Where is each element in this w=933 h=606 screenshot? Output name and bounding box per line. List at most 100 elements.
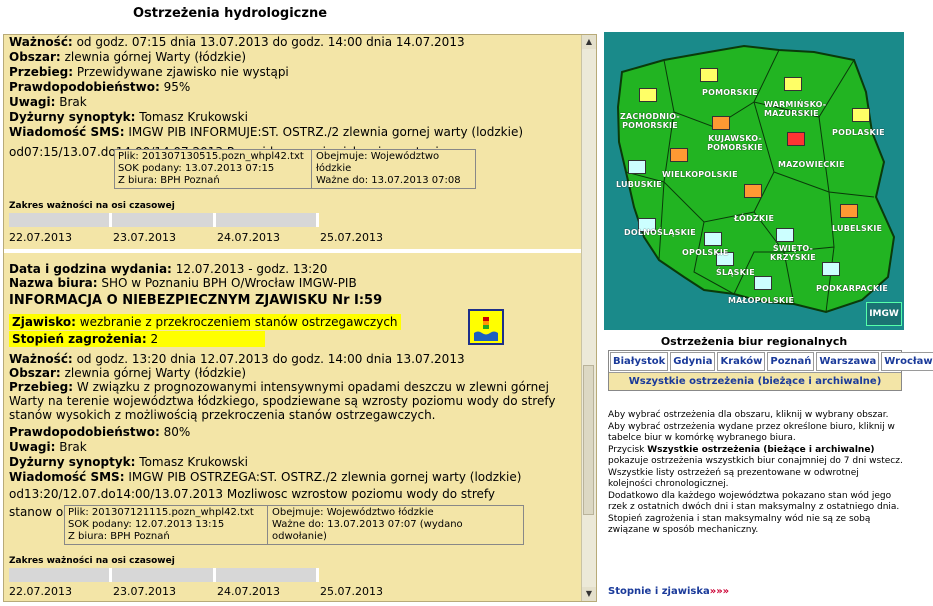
label: Prawdopodobieństwo: [9, 80, 160, 94]
timeline-tick [316, 568, 319, 582]
link-arrows-icon: »»» [709, 586, 730, 597]
office-bialystok-button[interactable]: Białystok [610, 352, 669, 371]
region-label[interactable]: OPOLSKIE [682, 248, 729, 257]
record2-prawdopodobienstwo: Prawdopodobieństwo: 80% [9, 425, 190, 440]
label: Uwagi: [9, 95, 56, 109]
lubuskie-water-icon[interactable] [628, 160, 646, 174]
record1-obszar: Obszar: zlewnia górnej Warty (łódzkie) [9, 50, 246, 65]
value: Przewidywane zjawisko nie wystąpi [76, 65, 289, 79]
office-poznan-button[interactable]: Poznań [767, 352, 815, 371]
record2-sms: Wiadomość SMS: IMGW PIB OSTRZEGA:ST. OST… [9, 470, 521, 485]
date: 23.07.2013 [113, 231, 176, 244]
region-label[interactable]: ŚLĄSKIE [716, 268, 755, 277]
label: Wiadomość SMS: [9, 125, 125, 139]
value: 80% [163, 425, 191, 439]
region-label[interactable]: PODLASKIE [832, 128, 885, 137]
record2-przebieg: Przebieg: W związku z prognozowanymi int… [9, 380, 579, 422]
podkarpackie-water-icon[interactable] [822, 262, 840, 276]
record2-timeline-label: Zakres ważności na osi czasowej [9, 556, 175, 566]
regional-offices-title: Ostrzeżenia biur regionalnych [660, 335, 848, 348]
warnings-scrollbar[interactable]: ▲ ▼ [581, 35, 596, 601]
coverage: Obejmuje: Województwo łódzkie [316, 151, 440, 174]
label: Prawdopodobieństwo: [9, 425, 160, 439]
value: od godz. 07:15 dnia 13.07.2013 do godz. … [76, 35, 465, 49]
region-label[interactable]: KUJAWSKO-POMORSKIE [702, 134, 768, 152]
lubelskie-water-icon[interactable] [840, 204, 858, 218]
office-krakow-button[interactable]: Kraków [717, 352, 766, 371]
link-text[interactable]: Stopnie i zjawiska [608, 586, 710, 597]
region-label[interactable]: POMORSKIE [702, 88, 758, 97]
scroll-up-arrow[interactable]: ▲ [582, 35, 596, 49]
sok-date: SOK podany: 12.07.2013 13:15 [68, 519, 225, 530]
region-label[interactable]: MAZOWIECKIE [778, 160, 845, 169]
region-label[interactable]: LUBELSKIE [832, 224, 882, 233]
poland-land[interactable] [616, 44, 896, 314]
opolskie-water-icon[interactable] [704, 232, 722, 246]
value: Tomasz Krukowski [139, 110, 248, 124]
date: 22.07.2013 [9, 231, 72, 244]
zachodnio-water-icon[interactable] [639, 88, 657, 102]
value: Brak [59, 440, 87, 454]
label: Stopień zagrożenia: [12, 332, 147, 346]
scroll-thumb[interactable] [583, 365, 594, 515]
record1-uwagi: Uwagi: Brak [9, 95, 87, 110]
record1-file-info: Plik: 201307130515.pozn_whpl42.txt SOK p… [114, 149, 476, 189]
region-label[interactable]: MAŁOPOLSKIE [728, 296, 794, 305]
record1-timeline-bar [9, 213, 319, 227]
swietokrzyskie-water-icon[interactable] [776, 228, 794, 242]
file-col: Plik: 201307121115.pozn_whpl42.txt SOK p… [65, 506, 257, 544]
warminsko-water-icon[interactable] [784, 77, 802, 91]
label: Dyżurny synoptyk: [9, 110, 136, 124]
region-label[interactable]: DOLNOŚLĄSKIE [624, 228, 696, 237]
value: W związku z prognozowanymi intensywnymi … [9, 380, 556, 422]
region-label[interactable]: PODKARPACKIE [816, 284, 888, 293]
timeline-tick [213, 213, 216, 227]
value: zlewnia górnej Warty (łódzkie) [64, 50, 247, 64]
date: 24.07.2013 [217, 231, 280, 244]
value: 12.07.2013 - godz. 13:20 [175, 262, 328, 276]
help-paragraph: Aby wybrać ostrzeżenia dla obszaru, klik… [608, 410, 889, 420]
help-paragraph: Aby wybrać ostrzeżenia wydane przez okre… [608, 421, 895, 444]
region-label[interactable]: ŚWIĘTO-KRZYSKIE [768, 244, 818, 262]
scroll-down-arrow[interactable]: ▼ [582, 587, 596, 601]
sok-date: SOK podany: 13.07.2013 07:15 [118, 163, 275, 174]
stopnie-i-zjawiska-link[interactable]: Stopnie i zjawiska»»» [608, 586, 729, 597]
region-label[interactable]: WIELKOPOLSKIE [662, 170, 738, 179]
record1-sms: Wiadomość SMS: IMGW PIB INFORMUJE:ST. OS… [9, 125, 523, 140]
office-wroclaw-button[interactable]: Wrocław [881, 352, 933, 371]
office: Z biura: BPH Poznań [118, 175, 220, 186]
mazowieckie-alert-icon[interactable] [787, 132, 805, 146]
value: SHO w Poznaniu BPH O/Wrocław IMGW-PIB [101, 276, 357, 290]
label: Obszar: [9, 50, 61, 64]
help-paragraph: Wszystkie listy ostrzeżeń są prezentowan… [608, 467, 859, 490]
office-warszawa-button[interactable]: Warszawa [816, 352, 880, 371]
poland-map[interactable]: POMORSKIE WARMIŃSKO-MAZURSKIE ZACHODNIO-… [604, 32, 904, 330]
value: wezbranie z przekroczeniem stanów ostrze… [79, 315, 398, 329]
podlaskie-water-icon[interactable] [852, 108, 870, 122]
label: Ważność: [9, 35, 73, 49]
region-label[interactable]: ŁÓDZKIE [734, 214, 774, 223]
timeline-tick [109, 568, 112, 582]
timeline-tick [109, 213, 112, 227]
wielkopolskie-water-icon[interactable] [670, 148, 688, 162]
offices-row: Białystok Gdynia Kraków Poznań Warszawa … [609, 351, 933, 372]
value: IMGW PIB INFORMUJE:ST. OSTRZ./2 zlewnia … [128, 125, 524, 139]
malopolskie-water-icon[interactable] [754, 276, 772, 290]
kujawsko-water-icon[interactable] [712, 116, 730, 130]
office: Z biura: BPH Poznań [68, 531, 170, 542]
record1-przebieg: Przebieg: Przewidywane zjawisko nie wyst… [9, 65, 289, 80]
office-gdynia-button[interactable]: Gdynia [670, 352, 716, 371]
lodzkie-water-icon[interactable] [744, 184, 762, 198]
pomorskie-water-icon[interactable] [700, 68, 718, 82]
date: 25.07.2013 [320, 585, 383, 598]
label: Przebieg: [9, 380, 74, 394]
help-text-bold: Wszystkie ostrzeżenia (bieżące i archiwa… [647, 444, 875, 455]
flood-warning-icon [468, 309, 504, 345]
region-label[interactable]: ZACHODNIO-POMORSKIE [620, 112, 680, 130]
timeline-tick [316, 213, 319, 227]
coverage-col: Obejmuje: Województwo łódzkie Ważne do: … [313, 150, 475, 188]
valid-until: Ważne do: 13.07.2013 07:07 (wydano odwoł… [272, 519, 463, 542]
region-label[interactable]: LUBUSKIE [616, 180, 662, 189]
all-warnings-link[interactable]: Wszystkie ostrzeżenia (bieżące i archiwa… [609, 372, 901, 390]
region-label[interactable]: WARMIŃSKO-MAZURSKIE [764, 100, 826, 118]
